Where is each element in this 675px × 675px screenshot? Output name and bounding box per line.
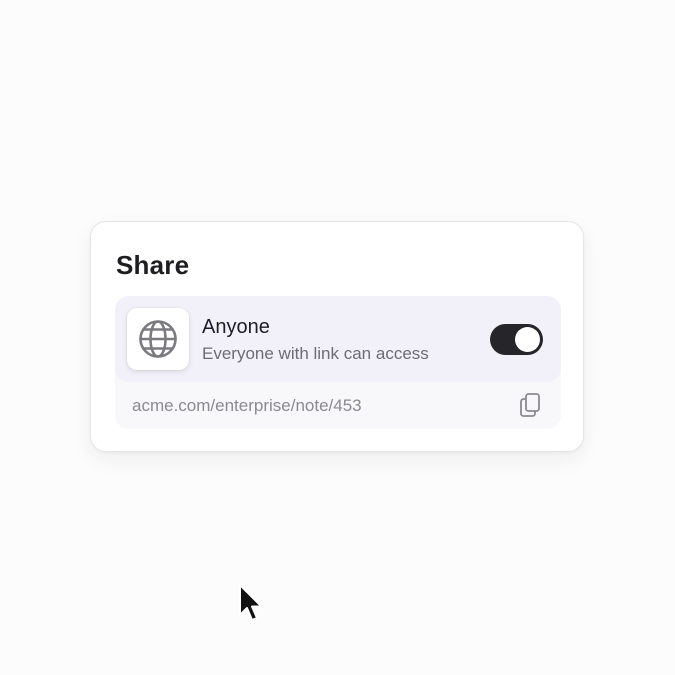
mouse-pointer-icon xyxy=(239,584,263,621)
access-description: Everyone with link can access xyxy=(202,344,429,363)
access-row-anyone[interactable]: Anyone Everyone with link can access xyxy=(115,296,561,382)
share-panel: Anyone Everyone with link can access acm… xyxy=(115,296,561,429)
copy-link-button[interactable] xyxy=(517,392,543,418)
copy-icon xyxy=(520,393,540,417)
globe-icon xyxy=(139,320,177,358)
toggle-knob xyxy=(515,327,540,352)
access-label: Anyone xyxy=(202,316,270,338)
globe-icon-tile xyxy=(127,308,189,370)
access-toggle[interactable] xyxy=(490,324,543,355)
share-title: Share xyxy=(116,250,190,280)
share-link-url[interactable]: acme.com/enterprise/note/453 xyxy=(132,396,362,416)
stage: Share Anyone Everyone with link can acce… xyxy=(0,0,675,675)
share-card: Share Anyone Everyone with link can acce… xyxy=(90,221,584,452)
